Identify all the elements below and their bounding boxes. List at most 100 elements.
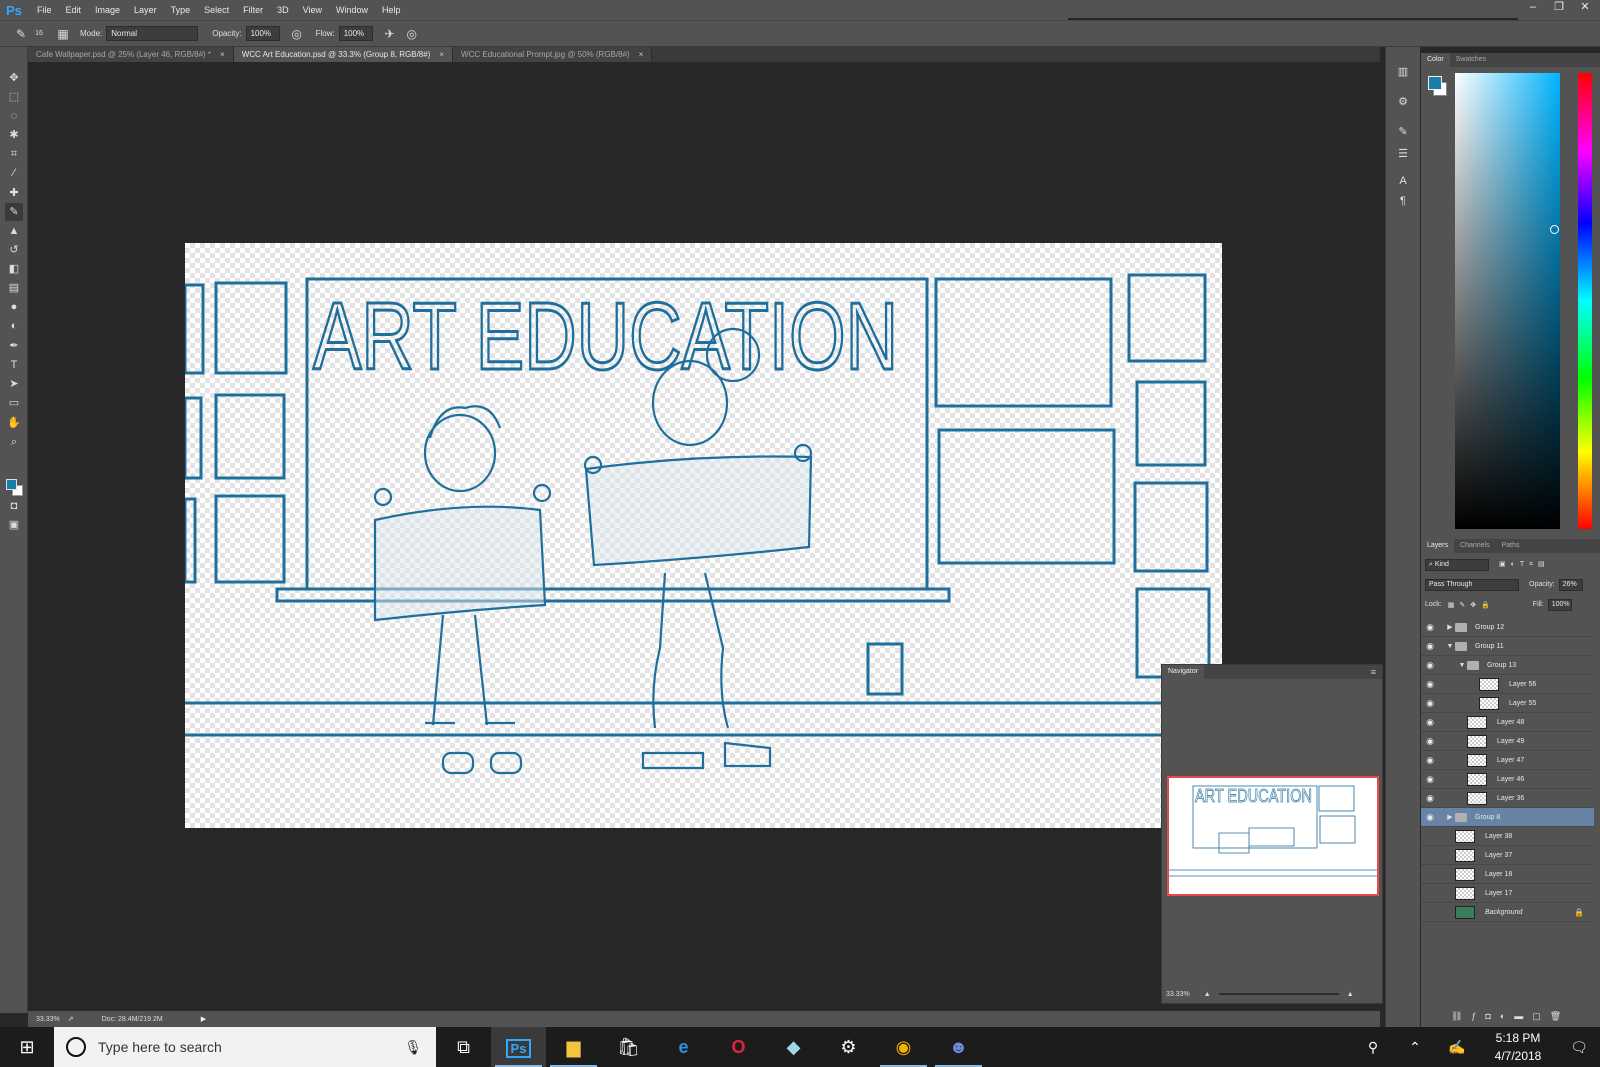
panel-menu-icon[interactable]: ≡ xyxy=(1371,667,1376,677)
lock-icons[interactable]: ▦✎✥🔒 xyxy=(1448,601,1495,609)
panel-foreground-color[interactable] xyxy=(1428,76,1442,90)
layer-row[interactable]: ◉ Layer 56 xyxy=(1421,675,1594,694)
close-icon[interactable]: ✕ xyxy=(1572,0,1598,16)
windows-start-icon[interactable]: ⊞ xyxy=(0,1027,54,1067)
layer-row[interactable]: Layer 37 xyxy=(1421,846,1594,865)
flow-input[interactable]: 100% xyxy=(338,26,373,41)
dodge-tool-icon[interactable]: ◐ xyxy=(5,317,23,335)
gradient-tool-icon[interactable]: ▤ xyxy=(5,279,23,297)
airbrush-icon[interactable]: ✈ xyxy=(381,25,399,43)
menu-view[interactable]: View xyxy=(296,5,329,15)
navigator-thumbnail[interactable]: ART EDUCATION xyxy=(1167,776,1379,896)
tab-paths[interactable]: Paths xyxy=(1496,539,1526,553)
quick-mask-icon[interactable]: ◘ xyxy=(5,497,23,515)
export-icon[interactable]: ⇗ xyxy=(68,1015,74,1023)
history-panel-icon[interactable]: ▥ xyxy=(1395,65,1411,81)
layer-action-icons[interactable]: ⛓ƒ◘◐▬▢🗑 xyxy=(1451,1011,1591,1025)
layer-row[interactable]: ◉ Layer 47 xyxy=(1421,751,1594,770)
foreground-color-swatch[interactable] xyxy=(6,479,17,490)
document-canvas[interactable]: ART EDUCATION xyxy=(185,243,1222,828)
tab-wcc-educational-prompt[interactable]: WCC Educational Prompt.jpg @ 50% (RGB/8#… xyxy=(453,47,653,62)
zoom-tool-icon[interactable]: ⌕ xyxy=(5,433,23,451)
discord-icon[interactable]: ☻ xyxy=(931,1027,986,1067)
layer-row[interactable]: ◉ ▼ Group 13 xyxy=(1421,656,1594,675)
layer-row[interactable]: ◉ Layer 36 xyxy=(1421,789,1594,808)
layer-row[interactable]: Layer 18 xyxy=(1421,865,1594,884)
settings-icon[interactable]: ⚙ xyxy=(821,1027,876,1067)
expand-arrow-icon[interactable]: ▶ xyxy=(1445,813,1455,821)
menu-file[interactable]: File xyxy=(30,5,59,15)
visibility-eye-icon[interactable]: ◉ xyxy=(1421,641,1439,652)
brush-panel-icon[interactable]: ▦ xyxy=(54,25,72,43)
visibility-eye-icon[interactable]: ◉ xyxy=(1421,774,1439,785)
clock[interactable]: 5:18 PM 4/7/2018 xyxy=(1478,1029,1558,1065)
menu-help[interactable]: Help xyxy=(375,5,408,15)
visibility-eye-icon[interactable]: ◉ xyxy=(1421,755,1439,766)
healing-brush-icon[interactable]: ✚ xyxy=(5,184,23,202)
task-view-icon[interactable]: ⧉ xyxy=(436,1027,491,1067)
adjustments-icon[interactable]: ☰ xyxy=(1395,147,1411,163)
fill-input[interactable]: 100% xyxy=(1547,598,1572,611)
photoshop-taskbar-icon[interactable]: Ps xyxy=(491,1027,546,1067)
pen-tool-icon[interactable]: ✒ xyxy=(5,337,23,355)
layer-row[interactable]: ◉ ▶ Group 12 xyxy=(1421,618,1594,637)
visibility-eye-icon[interactable]: ◉ xyxy=(1421,736,1439,747)
hue-slider[interactable] xyxy=(1578,73,1592,529)
visibility-toggle[interactable] xyxy=(1421,827,1439,846)
lasso-tool-icon[interactable]: ◌ xyxy=(5,107,23,125)
eraser-icon[interactable]: ◧ xyxy=(5,260,23,278)
tool-presets-icon[interactable]: ✎ xyxy=(1395,125,1411,141)
visibility-eye-icon[interactable]: ◉ xyxy=(1421,622,1439,633)
tab-layers[interactable]: Layers xyxy=(1421,539,1455,553)
marquee-tool-icon[interactable]: ⬚ xyxy=(5,88,23,106)
rectangle-tool-icon[interactable]: ▭ xyxy=(5,394,23,412)
menu-3d[interactable]: 3D xyxy=(270,5,296,15)
brush-tool-icon[interactable]: ✎ xyxy=(5,203,23,221)
layer-row[interactable]: Layer 17 xyxy=(1421,884,1594,903)
zoom-slider[interactable] xyxy=(1218,993,1339,995)
menu-select[interactable]: Select xyxy=(197,5,236,15)
blur-tool-icon[interactable]: ● xyxy=(5,298,23,316)
opacity-input[interactable]: 100% xyxy=(245,26,280,41)
move-tool-icon[interactable]: ✥ xyxy=(5,69,23,87)
people-icon[interactable]: ⚲ xyxy=(1352,1039,1394,1056)
visibility-toggle[interactable] xyxy=(1421,903,1439,922)
opera-icon[interactable]: O xyxy=(711,1027,766,1067)
layer-row[interactable]: ◉ ▶ Group 8 xyxy=(1421,808,1594,827)
hand-tool-icon[interactable]: ✋ xyxy=(5,414,23,432)
history-brush-icon[interactable]: ↺ xyxy=(5,241,23,259)
visibility-eye-icon[interactable]: ◉ xyxy=(1421,812,1439,823)
layer-opacity-input[interactable]: 26% xyxy=(1558,578,1583,591)
crop-tool-icon[interactable]: ⌗ xyxy=(5,145,23,163)
notes-app-icon[interactable]: ◆ xyxy=(766,1027,821,1067)
zoom-out-icon[interactable]: ▲ xyxy=(1204,991,1211,998)
menu-window[interactable]: Window xyxy=(329,5,375,15)
visibility-toggle[interactable] xyxy=(1421,884,1439,903)
blend-mode-select[interactable]: Pass Through xyxy=(1425,578,1519,591)
eyedropper-icon[interactable]: ⁄ xyxy=(5,164,23,182)
layer-row[interactable]: ◉ Layer 55 xyxy=(1421,694,1594,713)
color-field[interactable] xyxy=(1455,73,1560,529)
close-tab-icon[interactable]: × xyxy=(220,50,225,59)
visibility-eye-icon[interactable]: ◉ xyxy=(1421,679,1439,690)
close-tab-icon[interactable]: × xyxy=(439,50,444,59)
navigator-zoom-value[interactable]: 33.33% xyxy=(1166,991,1190,998)
type-tool-icon[interactable]: T xyxy=(5,356,23,374)
layer-row[interactable]: ◉ Layer 46 xyxy=(1421,770,1594,789)
visibility-eye-icon[interactable]: ◉ xyxy=(1421,793,1439,804)
zoom-in-icon[interactable]: ▲ xyxy=(1347,991,1354,998)
mode-select[interactable]: Normal xyxy=(106,26,199,41)
menu-layer[interactable]: Layer xyxy=(127,5,164,15)
tab-swatches[interactable]: Swatches xyxy=(1450,53,1492,67)
brush-presets-icon[interactable]: ⚙ xyxy=(1395,95,1411,111)
menu-filter[interactable]: Filter xyxy=(236,5,270,15)
paragraph-panel-icon[interactable]: ¶ xyxy=(1395,195,1411,211)
path-selection-icon[interactable]: ➤ xyxy=(5,375,23,393)
navigator-title[interactable]: Navigator xyxy=(1162,665,1204,679)
collapse-arrow-icon[interactable]: ▼ xyxy=(1445,643,1455,650)
zoom-readout[interactable]: 33.33% xyxy=(36,1016,60,1023)
layer-row[interactable]: ◉ Layer 49 xyxy=(1421,732,1594,751)
layer-row[interactable]: Layer 38 xyxy=(1421,827,1594,846)
file-explorer-icon[interactable]: ▆ xyxy=(546,1027,601,1067)
close-tab-icon[interactable]: × xyxy=(639,50,644,59)
